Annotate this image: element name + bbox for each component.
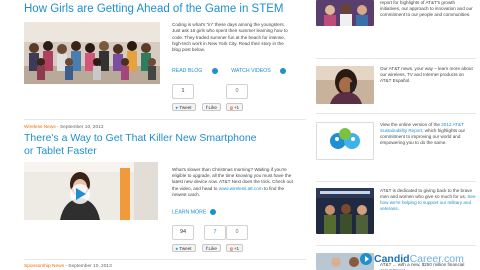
sidebar-text-espanol: Our AT&T news, your way – learn more abo… <box>380 66 473 84</box>
wireless-link[interactable]: www.wireless.att.com <box>219 186 263 191</box>
divider <box>24 259 306 260</box>
like-button[interactable]: fLike <box>202 103 221 111</box>
like-counter: 7 <box>204 225 226 240</box>
watch-videos-link[interactable]: WATCH VIDEOS <box>231 68 292 74</box>
story2-title[interactable]: There's a Way to Get That Killer New Sma… <box>24 132 264 157</box>
sidebar-text-report: report for highlights of AT&T's growth i… <box>380 0 473 18</box>
play-icon <box>360 253 372 265</box>
divider <box>316 113 476 114</box>
tweet-counter: 94 <box>172 225 194 240</box>
sidebar-thumb-espanol[interactable] <box>316 66 374 104</box>
story2-date: - September 10, 2013 <box>55 125 104 130</box>
like-button[interactable]: fLike <box>202 244 221 252</box>
learn-more-link[interactable]: LEARN MORE <box>172 209 216 215</box>
story1-links: READ BLOG WATCH VIDEOS <box>172 68 298 74</box>
watermark-text-secondary: Career.com <box>409 253 464 265</box>
googleplus-icon: g <box>230 105 233 110</box>
twitter-icon: ▸ <box>176 105 179 110</box>
sidebar-thumb-sustainability[interactable] <box>316 122 374 160</box>
plusone-counter: 0 <box>226 84 248 99</box>
facebook-icon: f <box>206 105 208 110</box>
plusone-button[interactable]: g+1 <box>226 103 244 111</box>
story3-category[interactable]: Sponsorship News <box>24 264 64 269</box>
plusone-button[interactable]: g+1 <box>226 244 244 252</box>
watermark: Candid Career.com <box>360 248 464 270</box>
story2-meta: Wireless News - September 10, 2013 <box>24 125 103 130</box>
plusone-counter: 0 <box>226 225 248 240</box>
sidebar-text-military: AT&T is dedicated to giving back to the … <box>380 188 476 212</box>
divider <box>316 181 476 182</box>
sidebar-text-sustainability: View the online version of the 2012 AT&T… <box>380 122 466 146</box>
arrow-icon <box>209 209 216 215</box>
story3-date: - September 10, 2013 <box>64 264 112 269</box>
news-feed: How Girls are Getting Ahead of the Game … <box>0 0 306 270</box>
arrow-icon <box>211 68 218 74</box>
sidebar-thumb-report[interactable] <box>316 0 374 26</box>
googleplus-icon: g <box>230 246 233 251</box>
tweet-button[interactable]: ▸Tweet <box>172 103 196 111</box>
story1-summary: Coding is what's "in" these days among t… <box>172 22 288 53</box>
sidebar: report for highlights of AT&T's growth i… <box>306 0 480 270</box>
story1-photo[interactable] <box>24 22 160 84</box>
story2-category[interactable]: Wireless News <box>24 125 56 130</box>
tweet-button[interactable]: ▸Tweet <box>172 244 196 252</box>
divider <box>24 119 306 120</box>
facebook-icon: f <box>206 246 208 251</box>
story3-meta: Sponsorship News - September 10, 2013 <box>24 264 112 269</box>
read-blog-link[interactable]: READ BLOG <box>172 68 224 74</box>
divider <box>316 58 476 59</box>
twitter-icon: ▸ <box>176 246 179 251</box>
tweet-counter: 1 <box>172 84 194 99</box>
story2-summary: What's slower than Christmas morning? Wa… <box>172 167 293 197</box>
play-icon <box>280 68 287 74</box>
watermark-text-primary: Candid <box>374 253 410 265</box>
divider <box>316 245 476 246</box>
story2-video[interactable] <box>24 162 158 220</box>
story1-title[interactable]: How Girls are Getting Ahead of the Game … <box>24 3 284 15</box>
sidebar-thumb-heroes[interactable] <box>316 188 374 234</box>
